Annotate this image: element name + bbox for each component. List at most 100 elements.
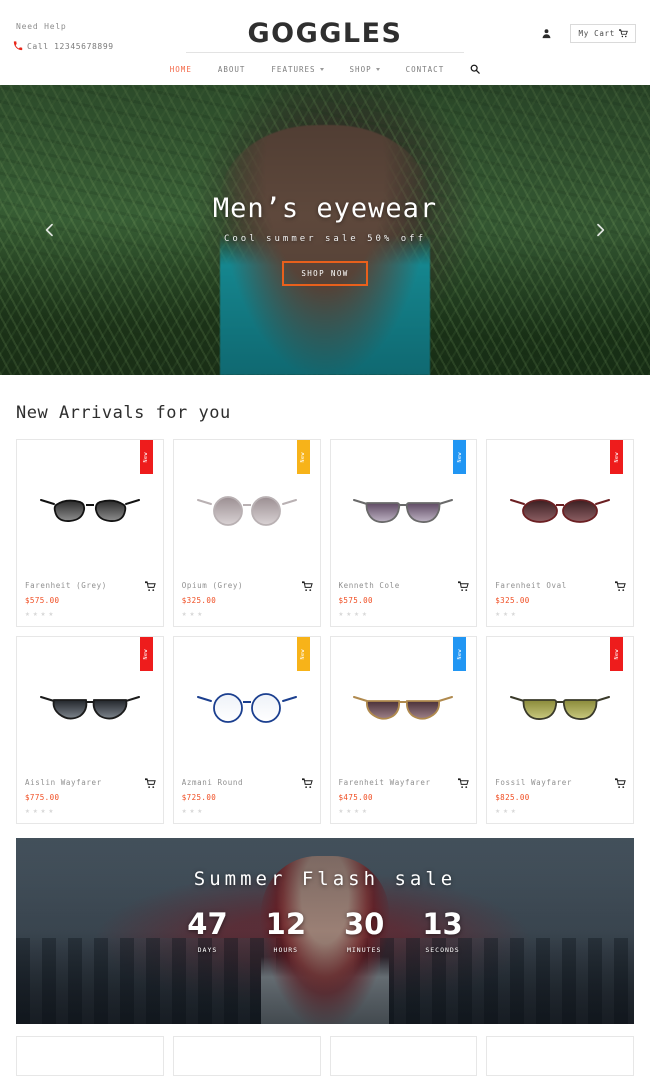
- product-price: $775.00: [25, 793, 60, 802]
- product-image: [39, 499, 140, 523]
- countdown-label: SECONDS: [425, 946, 460, 954]
- nav-item-shop[interactable]: SHOP: [350, 65, 380, 74]
- next-product-grid: [16, 1036, 634, 1076]
- product-rating: ★ ★ ★ ★: [25, 807, 155, 815]
- product-image: [510, 696, 611, 721]
- countdown-label: HOURS: [273, 946, 299, 954]
- product-image: [353, 696, 454, 720]
- nav-item-about-label: ABOUT: [217, 64, 246, 74]
- product-grid: New Farenheit (Grey) $575.00 ★★★★ New: [16, 439, 634, 824]
- product-price: $475.00: [338, 793, 373, 802]
- countdown-value: 47: [187, 907, 228, 941]
- countdown-value: 13: [422, 907, 463, 941]
- star-icon: ★: [354, 806, 359, 815]
- section-title: New Arrivals for you: [16, 403, 231, 423]
- star-icon: ★: [32, 806, 38, 815]
- star-icon: ★: [503, 806, 508, 815]
- product-info: Aislin Wayfarer $775.00 ★ ★ ★ ★: [17, 774, 163, 823]
- product-image-wrap: [331, 440, 477, 577]
- star-icon: ★: [40, 609, 46, 618]
- star-icon: ★: [181, 806, 187, 815]
- product-name: Fossil Wayfarer: [495, 778, 572, 787]
- nav-item-features[interactable]: FEATURES: [271, 64, 324, 74]
- product-card[interactable]: New Opium (Grey) $325.00 ★ ★ ★: [172, 439, 321, 627]
- add-to-cart-icon[interactable]: [615, 581, 626, 592]
- flash-sale-content: Summer Flash sale 47 DAYS 12 HOURS 30 MINU…: [16, 868, 634, 954]
- flash-sale-title: Summer Flash sale: [193, 868, 457, 890]
- user-icon[interactable]: [541, 28, 552, 39]
- product-info: Farenheit Wayfarer $475.00 ★ ★ ★ ★: [331, 774, 477, 823]
- hero-subtitle: Cool summer sale 50% off: [223, 234, 427, 244]
- site-logo[interactable]: GOGGLES: [0, 18, 650, 49]
- star-icon: ★: [32, 609, 38, 618]
- product-rating: ★ ★ ★: [182, 610, 312, 618]
- star-icon: ★: [48, 806, 54, 815]
- star-icon: ★: [189, 806, 195, 815]
- product-image-wrap: [487, 440, 633, 577]
- shop-now-button[interactable]: SHOP NOW: [282, 261, 368, 286]
- countdown-unit: 30 MINUTES: [344, 910, 384, 955]
- product-rating: ★ ★ ★: [495, 807, 625, 815]
- product-card[interactable]: [172, 1036, 321, 1076]
- product-image-wrap: [17, 440, 163, 577]
- nav-item-about[interactable]: ABOUT: [218, 65, 246, 74]
- product-card[interactable]: New Azmani Round $725.00 ★ ★ ★: [172, 636, 321, 824]
- nav-item-features-label: FEATURES: [271, 64, 316, 74]
- product-rating: ★ ★ ★: [182, 807, 312, 815]
- nav-item-shop-label: SHOP: [349, 64, 372, 74]
- product-card[interactable]: [329, 1036, 478, 1076]
- chevron-down-icon: [375, 67, 380, 71]
- product-info: Farenheit (Grey) $575.00 ★ ★ ★ ★: [17, 577, 163, 626]
- add-to-cart-icon[interactable]: [301, 778, 313, 789]
- star-icon: ★: [40, 806, 46, 815]
- add-to-cart-icon[interactable]: [615, 778, 626, 789]
- product-info: Kenneth Cole $575.00 ★ ★ ★ ★: [331, 577, 477, 626]
- product-info: Azmani Round $725.00 ★ ★ ★: [174, 774, 320, 823]
- product-name: Kenneth Cole: [338, 581, 400, 590]
- star-icon: ★: [189, 609, 195, 618]
- add-to-cart-icon[interactable]: [458, 581, 470, 592]
- nav-item-contact[interactable]: CONTACT: [406, 65, 445, 74]
- add-to-cart-icon[interactable]: [301, 581, 313, 592]
- product-card[interactable]: New Aislin Wayfarer $775.00 ★ ★ ★ ★: [16, 636, 164, 824]
- product-rating: ★ ★ ★: [495, 610, 625, 618]
- hero-content: Men’s eyewear Cool summer sale 50% off S…: [0, 193, 650, 286]
- product-name: Azmani Round: [181, 778, 244, 787]
- product-card[interactable]: [16, 1036, 164, 1076]
- product-price: $725.00: [181, 793, 217, 802]
- product-name: Farenheit Oval: [495, 581, 567, 590]
- countdown-label: DAYS: [197, 946, 218, 954]
- product-card[interactable]: New Farenheit Oval $325.00 ★ ★ ★: [486, 439, 634, 627]
- nav-divider: [186, 52, 464, 53]
- star-icon: ★: [197, 609, 203, 618]
- countdown-label: MINUTES: [346, 946, 382, 954]
- product-card[interactable]: New Farenheit (Grey) $575.00 ★ ★ ★ ★: [16, 439, 164, 627]
- star-icon: ★: [495, 609, 501, 618]
- countdown-unit: 13 SECONDS: [422, 907, 463, 955]
- new-arrivals-section: New Arrivals for you New Farenheit (Grey…: [0, 375, 650, 824]
- product-image: [196, 496, 297, 527]
- product-card[interactable]: New Fossil Wayfarer $825.00 ★ ★ ★: [486, 636, 634, 824]
- star-icon: ★: [346, 609, 352, 618]
- add-to-cart-icon[interactable]: [458, 778, 470, 789]
- product-image: [353, 499, 454, 524]
- product-rating: ★ ★ ★ ★: [25, 610, 155, 618]
- my-cart-button[interactable]: My Cart: [570, 24, 636, 43]
- product-rating: ★ ★ ★ ★: [339, 807, 469, 815]
- product-name: Aislin Wayfarer: [25, 778, 102, 787]
- search-icon[interactable]: [470, 64, 481, 74]
- product-image-wrap: [487, 637, 633, 774]
- star-icon: ★: [495, 806, 501, 815]
- product-card[interactable]: New Kenneth Cole $575.00 ★ ★ ★ ★: [329, 439, 478, 627]
- add-to-cart-icon[interactable]: [144, 778, 156, 789]
- product-info: Opium (Grey) $325.00 ★ ★ ★: [174, 577, 320, 626]
- product-name: Farenheit Wayfarer: [338, 778, 431, 787]
- product-card[interactable]: [486, 1036, 634, 1076]
- countdown-timer: 47 DAYS 12 HOURS 30 MINUTES 13 SECONDS: [16, 907, 634, 955]
- product-card[interactable]: New Farenheit Wayfarer $475.00 ★ ★ ★ ★: [329, 636, 478, 824]
- nav-item-home[interactable]: HOME: [170, 65, 192, 74]
- product-name: Farenheit (Grey): [25, 581, 107, 590]
- star-icon: ★: [25, 609, 30, 618]
- product-image: [196, 693, 297, 724]
- add-to-cart-icon[interactable]: [144, 581, 156, 592]
